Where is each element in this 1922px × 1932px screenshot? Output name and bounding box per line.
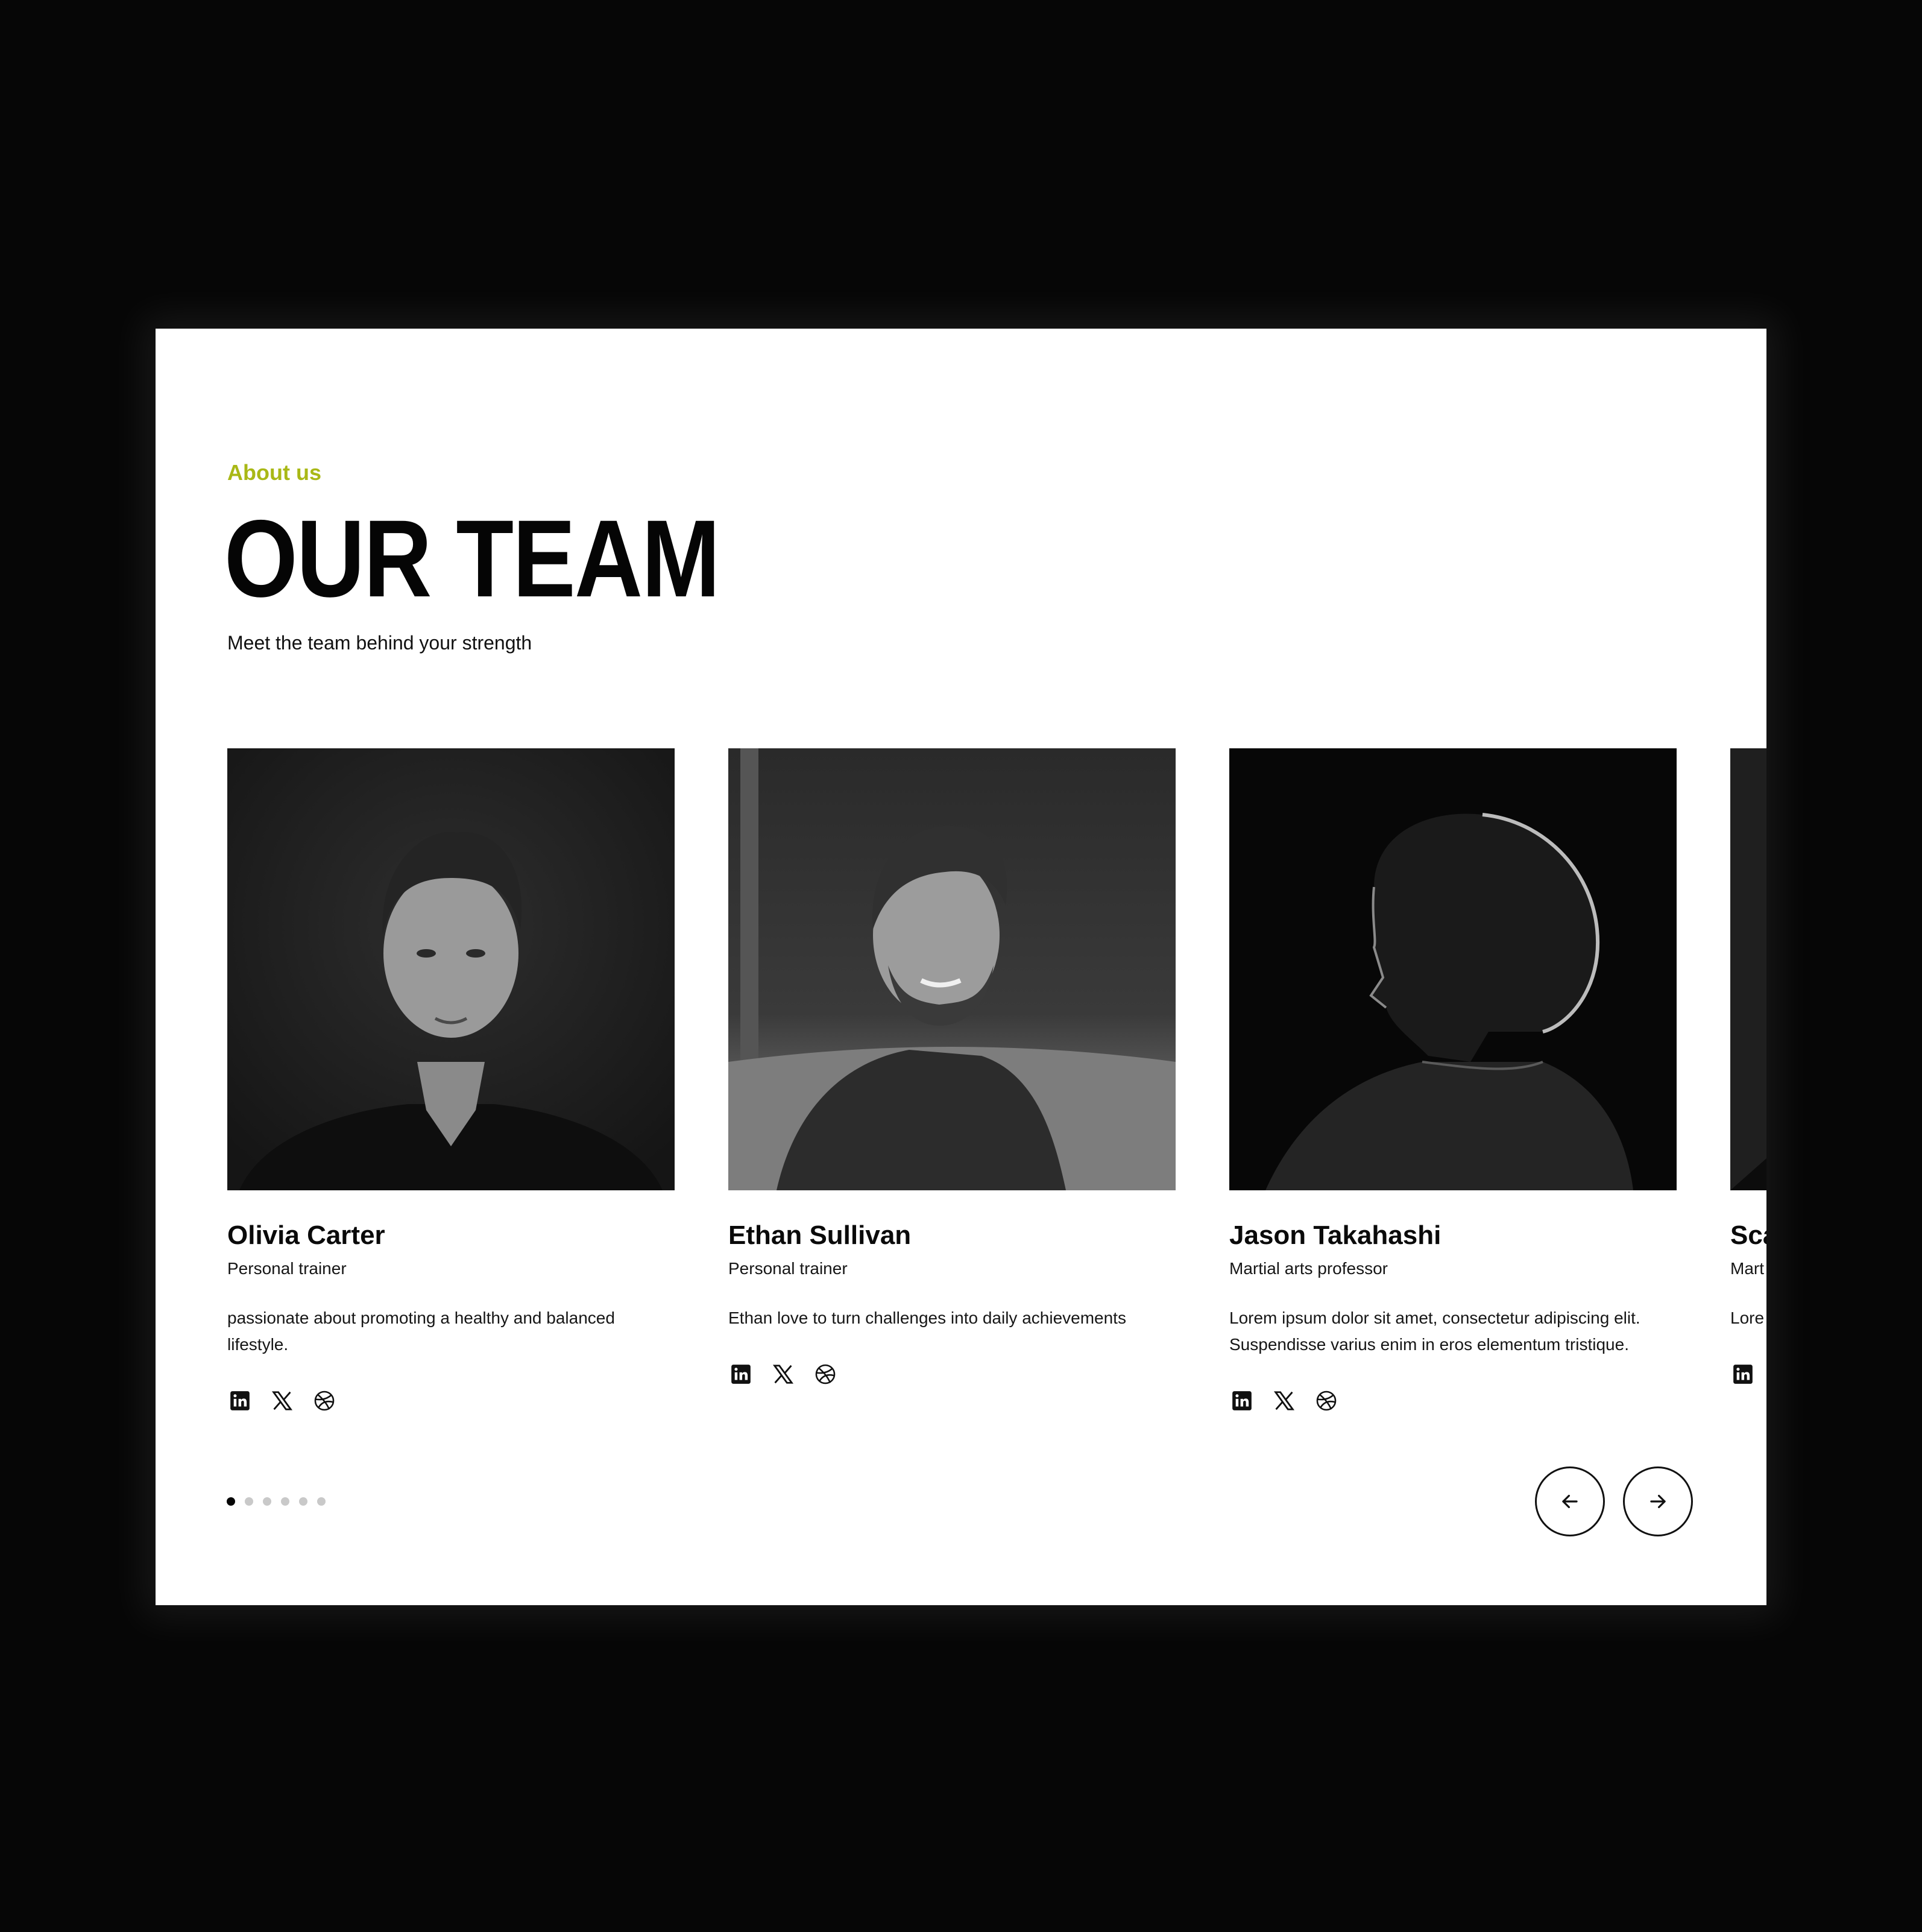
team-member-role: Personal trainer (728, 1259, 848, 1278)
carousel-pagination (227, 1497, 326, 1506)
team-member-name: Sca (1730, 1220, 1766, 1250)
linkedin-icon[interactable] (227, 1388, 253, 1413)
team-section: About us OUR TEAM Meet the team behind y… (156, 329, 1766, 1605)
team-card: Olivia Carter Personal trainer passionat… (227, 748, 675, 1413)
arrow-right-icon (1650, 1494, 1666, 1509)
social-links (728, 1362, 1176, 1387)
social-links (1229, 1388, 1677, 1413)
team-member-role: Mart (1730, 1259, 1764, 1278)
section-subtitle: Meet the team behind your strength (227, 632, 532, 654)
team-member-role: Personal trainer (227, 1259, 347, 1278)
x-icon[interactable] (1271, 1388, 1297, 1413)
pagination-dot[interactable] (317, 1497, 326, 1506)
section-eyebrow: About us (227, 460, 321, 485)
team-member-photo (1229, 748, 1677, 1190)
linkedin-icon[interactable] (1730, 1362, 1756, 1387)
social-links (1730, 1362, 1766, 1387)
linkedin-icon[interactable] (728, 1362, 754, 1387)
carousel-next-button[interactable] (1623, 1466, 1693, 1536)
team-member-bio: Lorem ipsum dolor sit amet, consectetur … (1229, 1309, 1640, 1354)
team-member-bio: Ethan love to turn challenges into daily… (728, 1309, 1126, 1327)
pagination-dot[interactable] (227, 1497, 235, 1506)
x-icon[interactable] (269, 1388, 295, 1413)
dribbble-icon[interactable] (312, 1388, 337, 1413)
team-member-bio: passionate about promoting a healthy and… (227, 1309, 615, 1354)
pagination-dot[interactable] (263, 1497, 271, 1506)
team-member-name: Olivia Carter (227, 1220, 385, 1250)
team-card: Sca Mart Lore Susp (1730, 748, 1766, 1387)
team-member-bio: Lore Susp (1730, 1309, 1766, 1327)
social-links (227, 1388, 675, 1413)
page-title: OUR TEAM (224, 497, 720, 620)
carousel-prev-button[interactable] (1535, 1466, 1605, 1536)
pagination-dot[interactable] (299, 1497, 307, 1506)
team-member-role: Martial arts professor (1229, 1259, 1388, 1278)
pagination-dot[interactable] (281, 1497, 289, 1506)
team-member-photo (1730, 748, 1766, 1190)
x-icon[interactable] (770, 1362, 796, 1387)
pagination-dot[interactable] (245, 1497, 253, 1506)
dribbble-icon[interactable] (1314, 1388, 1339, 1413)
linkedin-icon[interactable] (1229, 1388, 1255, 1413)
team-card: Ethan Sullivan Personal trainer Ethan lo… (728, 748, 1176, 1387)
dribbble-icon[interactable] (813, 1362, 838, 1387)
team-member-name: Jason Takahashi (1229, 1220, 1442, 1250)
arrow-left-icon (1562, 1494, 1578, 1509)
team-member-photo (728, 748, 1176, 1190)
team-member-name: Ethan Sullivan (728, 1220, 912, 1250)
team-card: Jason Takahashi Martial arts professor L… (1229, 748, 1677, 1413)
team-member-photo (227, 748, 675, 1190)
